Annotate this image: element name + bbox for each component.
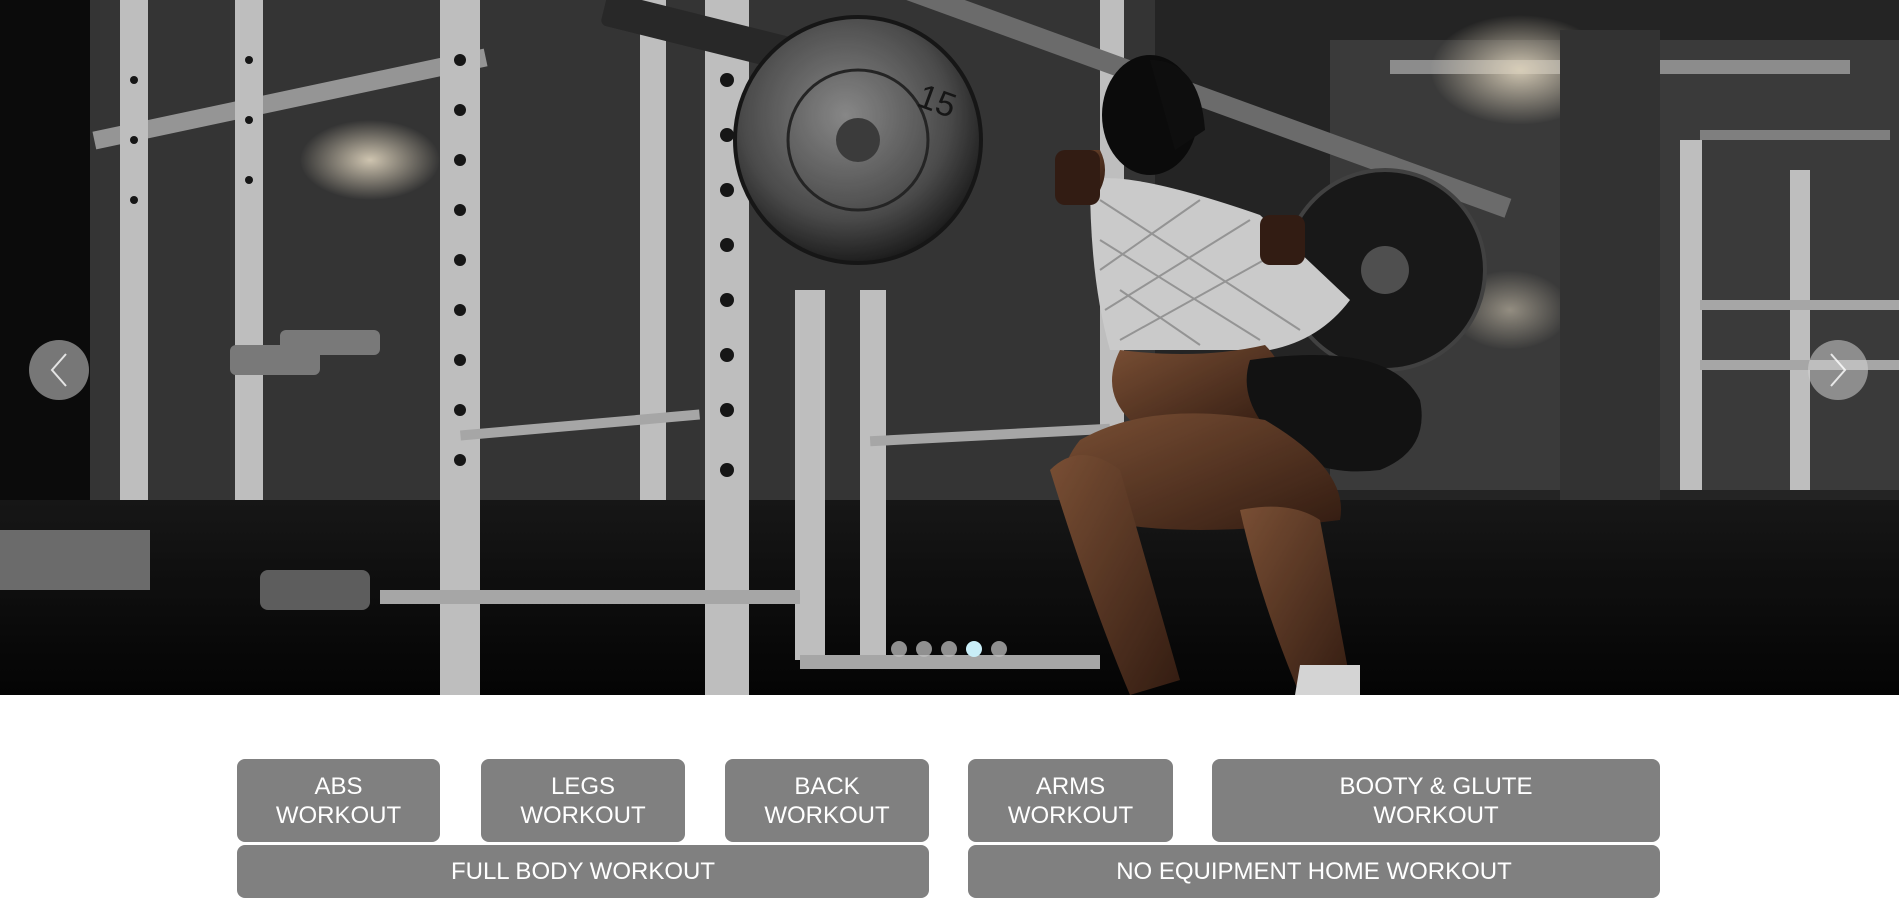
booty-glute-workout-button[interactable]: BOOTY & GLUTE WORKOUT bbox=[1212, 759, 1660, 842]
abs-workout-label: ABS WORKOUT bbox=[276, 772, 401, 830]
slider-dot-1[interactable] bbox=[891, 641, 907, 657]
page: 15 ABS WORKOUT LEGS WORKOUT BACK WORKOUT… bbox=[0, 0, 1899, 898]
no-equipment-home-workout-button[interactable]: NO EQUIPMENT HOME WORKOUT bbox=[968, 845, 1660, 898]
legs-workout-button[interactable]: LEGS WORKOUT bbox=[481, 759, 685, 842]
abs-workout-line2: WORKOUT bbox=[275, 801, 402, 829]
legs-workout-line2: WORKOUT bbox=[520, 801, 646, 829]
no-equipment-home-workout-label: NO EQUIPMENT HOME WORKOUT bbox=[1116, 858, 1512, 885]
full-body-workout-label: FULL BODY WORKOUT bbox=[450, 858, 716, 885]
gym-squat-photo: 15 bbox=[0, 0, 1899, 695]
arms-workout-button[interactable]: ARMS WORKOUT bbox=[968, 759, 1173, 842]
full-body-workout-button[interactable]: FULL BODY WORKOUT bbox=[237, 845, 929, 898]
abs-workout-button[interactable]: ABS WORKOUT bbox=[237, 759, 440, 842]
chevron-left-icon bbox=[50, 353, 67, 387]
slider-next-button[interactable] bbox=[1808, 340, 1868, 400]
hero-slider: 15 bbox=[0, 0, 1899, 695]
back-workout-button[interactable]: BACK WORKOUT bbox=[725, 759, 929, 842]
booty-glute-workout-line1: BOOTY & GLUTE bbox=[1339, 772, 1533, 800]
back-workout-line2: WORKOUT bbox=[764, 801, 890, 829]
slider-pagination bbox=[891, 641, 1007, 657]
slider-dot-3[interactable] bbox=[941, 641, 957, 657]
back-workout-line1: BACK bbox=[794, 772, 860, 800]
booty-glute-workout-label: BOOTY & GLUTE WORKOUT bbox=[1340, 772, 1533, 830]
booty-glute-workout-line2: WORKOUT bbox=[1373, 801, 1499, 829]
legs-workout-label: LEGS WORKOUT bbox=[520, 772, 645, 830]
arms-workout-line2: WORKOUT bbox=[1007, 801, 1134, 829]
slider-dot-4[interactable] bbox=[966, 641, 982, 657]
arms-workout-line1: ARMS bbox=[1035, 772, 1106, 800]
slider-dot-2[interactable] bbox=[916, 641, 932, 657]
back-workout-label: BACK WORKOUT bbox=[764, 772, 889, 830]
slider-dot-5[interactable] bbox=[991, 641, 1007, 657]
arms-workout-label: ARMS WORKOUT bbox=[1008, 772, 1133, 830]
slider-prev-button[interactable] bbox=[29, 340, 89, 400]
abs-workout-line1: ABS bbox=[314, 772, 363, 800]
chevron-right-icon bbox=[1830, 353, 1847, 387]
legs-workout-line1: LEGS bbox=[550, 772, 615, 800]
